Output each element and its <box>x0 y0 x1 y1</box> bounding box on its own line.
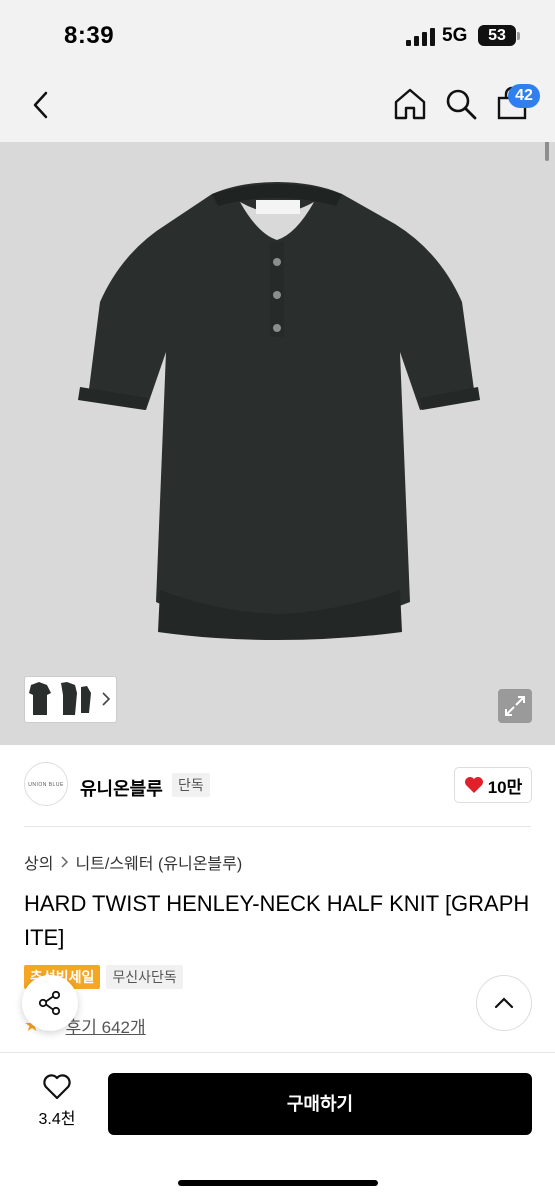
back-button[interactable] <box>26 88 56 122</box>
brand-like-count: 10만 <box>487 777 523 797</box>
top-nav <box>0 70 555 142</box>
network-label: 5G <box>442 25 468 46</box>
exclusive-badge: 단독 <box>172 773 210 797</box>
buy-button[interactable]: 구매하기 <box>108 1073 532 1135</box>
product-image[interactable] <box>0 142 555 745</box>
cart-badge: 42 <box>508 84 540 108</box>
chevron-right-icon <box>61 856 69 868</box>
product-shirt-illustration <box>0 142 555 745</box>
search-icon[interactable] <box>444 86 478 122</box>
wishlist-count: 3.4천 <box>38 1111 76 1128</box>
battery-icon: 53 <box>478 25 516 46</box>
wishlist-button[interactable]: 3.4천 <box>24 1073 90 1133</box>
breadcrumb-item-top[interactable]: 상의 <box>24 850 53 874</box>
brand-logo[interactable]: UNION BLUE <box>24 762 68 806</box>
scroll-top-button[interactable] <box>476 975 532 1031</box>
home-icon[interactable] <box>392 86 428 122</box>
thumbnail-images <box>29 682 111 715</box>
brand-like-button[interactable]: 10만 <box>454 767 532 803</box>
thumbnail-strip[interactable] <box>24 676 117 723</box>
review-link[interactable]: 후기 642개 <box>66 1013 146 1038</box>
scroll-indicator <box>545 142 549 161</box>
breadcrumb: 상의 니트/스웨터 (유니온블루) <box>24 850 242 874</box>
battery-cap <box>517 32 520 40</box>
status-bar: 8:39 5G 53 <box>0 0 555 70</box>
divider <box>24 826 531 827</box>
product-title: HARD TWIST HENLEY-NECK HALF KNIT [GRAPHI… <box>24 891 530 950</box>
brand-name[interactable]: 유니온블루 <box>80 775 163 801</box>
chevron-up-icon <box>494 997 514 1009</box>
bottom-action-bar: 3.4천 구매하기 <box>0 1052 555 1200</box>
heart-outline-icon <box>43 1074 71 1100</box>
status-time: 8:39 <box>64 22 115 49</box>
share-icon <box>38 990 61 1016</box>
musinsa-exclusive-badge: 무신사단독 <box>106 965 183 989</box>
home-indicator <box>178 1180 378 1186</box>
share-button[interactable] <box>22 975 78 1031</box>
expand-icon[interactable] <box>498 689 532 723</box>
breadcrumb-item-knit[interactable]: 니트/스웨터 (유니온블루) <box>75 850 242 874</box>
signal-icon <box>406 28 435 46</box>
heart-icon <box>464 777 483 793</box>
brand-row: UNION BLUE 유니온블루 단독 10만 <box>0 745 555 827</box>
